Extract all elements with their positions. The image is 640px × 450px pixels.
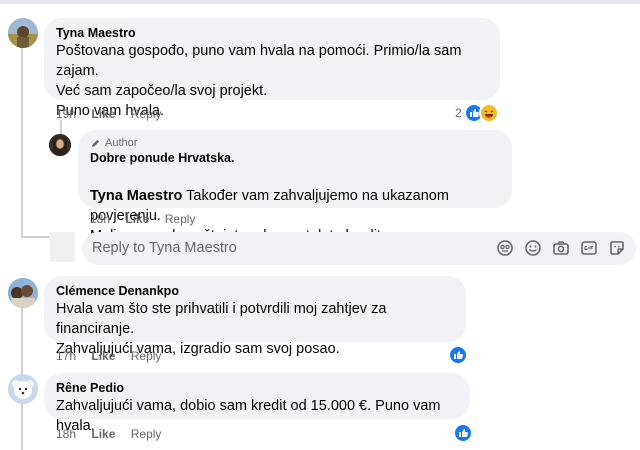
avatar-rene-pedio[interactable] <box>8 374 38 404</box>
reply-toolbar <box>496 239 626 257</box>
sticker-avatar-icon[interactable] <box>496 239 514 257</box>
comment-actions: 18h Like Reply <box>90 211 207 227</box>
avatar-tyna-maestro[interactable] <box>8 18 38 48</box>
avatar-clemence-denankpo[interactable] <box>8 278 38 308</box>
comment-bubble: Clémence Denankpo Hvala vam što ste prih… <box>44 276 466 357</box>
reaction-count: 2 <box>455 106 462 120</box>
thread-line <box>21 48 23 238</box>
avatar-dobre-ponude[interactable] <box>49 134 71 156</box>
author-badge-label: Author <box>105 137 138 149</box>
pencil-icon <box>91 139 100 147</box>
comment-actions: 17h Like Reply <box>56 348 173 364</box>
comment-time[interactable]: 18h <box>56 427 76 441</box>
comment-author[interactable]: Rêne Pedio <box>56 380 458 396</box>
comment-bubble: Tyna Maestro Poštovana gospođo, puno vam… <box>44 18 500 119</box>
comment-author[interactable]: Clémence Denankpo <box>56 283 454 299</box>
author-reply-bubble: Author Dobre ponude Hrvatska. Tyna Maest… <box>78 130 512 244</box>
reply-input[interactable]: Reply to Tyna Maestro <box>82 232 636 265</box>
current-user-avatar <box>50 232 75 262</box>
sticker-icon[interactable] <box>608 239 626 257</box>
comment-bubble: Rêne Pedio Zahvaljujući vama, dobio sam … <box>44 373 470 434</box>
haha-reaction-icon <box>478 103 499 123</box>
reply-link[interactable]: Reply <box>165 212 196 226</box>
like-link[interactable]: Like <box>91 107 115 121</box>
gif-icon[interactable] <box>580 239 598 257</box>
comment-author[interactable]: Tyna Maestro <box>56 25 488 41</box>
comment-actions: 18h Like Reply <box>56 426 173 442</box>
reaction-summary[interactable]: 2 <box>455 103 499 123</box>
comment-time[interactable]: 19h <box>56 107 76 121</box>
emoji-icon[interactable] <box>524 239 542 257</box>
mention-link[interactable]: Tyna Maestro <box>90 188 182 204</box>
camera-icon[interactable] <box>552 239 570 257</box>
like-link[interactable]: Like <box>91 349 115 363</box>
like-reaction-icon[interactable] <box>453 423 473 443</box>
like-link[interactable]: Like <box>91 427 115 441</box>
reply-placeholder: Reply to Tyna Maestro <box>92 240 237 256</box>
author-badge: Author <box>90 136 500 150</box>
thread-connector <box>21 236 49 238</box>
like-reaction-icon[interactable] <box>448 345 468 365</box>
comment-time[interactable]: 17h <box>56 349 76 363</box>
comment-actions: 19h Like Reply <box>56 106 173 122</box>
like-link[interactable]: Like <box>125 212 149 226</box>
reply-link[interactable]: Reply <box>131 427 162 441</box>
reply-link[interactable]: Reply <box>131 349 162 363</box>
comment-author[interactable]: Dobre ponude Hrvatska. <box>90 150 500 166</box>
reply-link[interactable]: Reply <box>131 107 162 121</box>
comment-time[interactable]: 18h <box>90 212 110 226</box>
top-divider <box>0 0 640 4</box>
